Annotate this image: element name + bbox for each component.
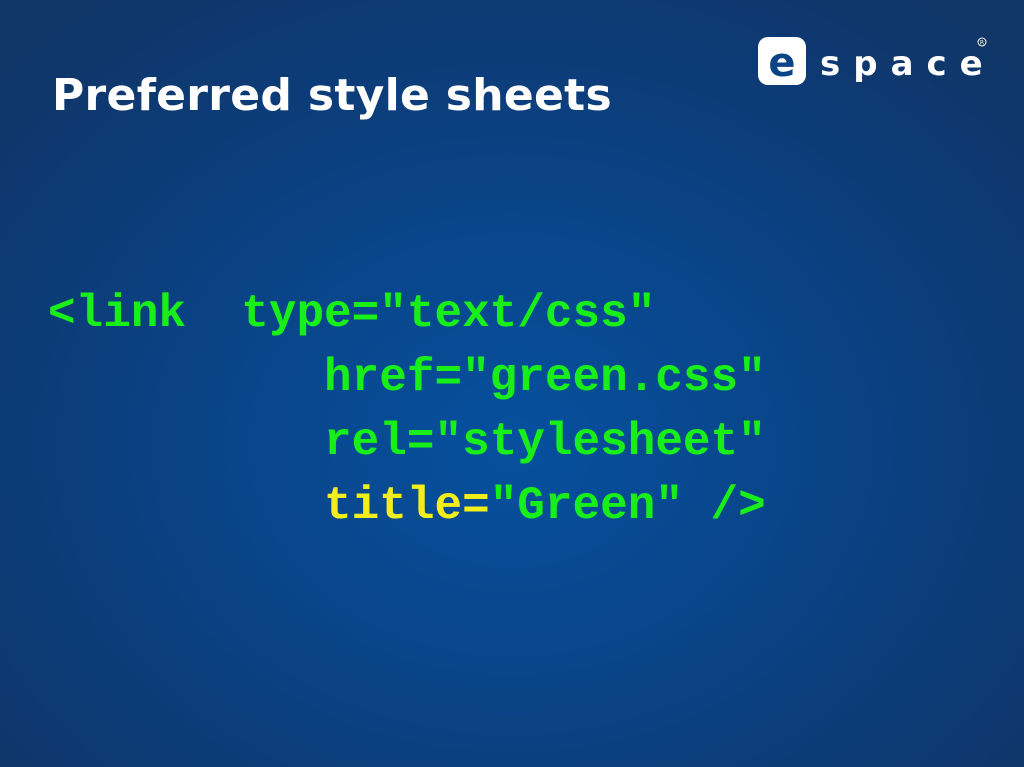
code-line-2: href="green.css"	[48, 346, 766, 410]
code-type-value: ="text/css"	[351, 288, 656, 340]
code-title-attr: title=	[324, 480, 490, 532]
slide-title: Preferred style sheets	[52, 70, 612, 121]
code-href-value: ="green.css"	[434, 352, 766, 404]
code-line-4: title="Green" />	[48, 474, 766, 538]
code-line-3: rel="stylesheet"	[48, 410, 766, 474]
registered-mark: R	[980, 40, 984, 47]
code-rel-attr: rel	[324, 416, 407, 468]
logo-e-letter: e	[768, 40, 795, 86]
espace-logo: e space R	[758, 35, 990, 87]
code-href-attr: href	[324, 352, 435, 404]
code-title-value: "Green" />	[489, 480, 766, 532]
code-rel-value: ="stylesheet"	[406, 416, 766, 468]
code-link-type-attr: <link type	[48, 288, 352, 340]
code-line-1: <link type="text/css"	[48, 282, 766, 346]
code-block: <link type="text/css" href="green.css" r…	[48, 282, 766, 538]
logo-wordmark: space	[820, 44, 990, 84]
